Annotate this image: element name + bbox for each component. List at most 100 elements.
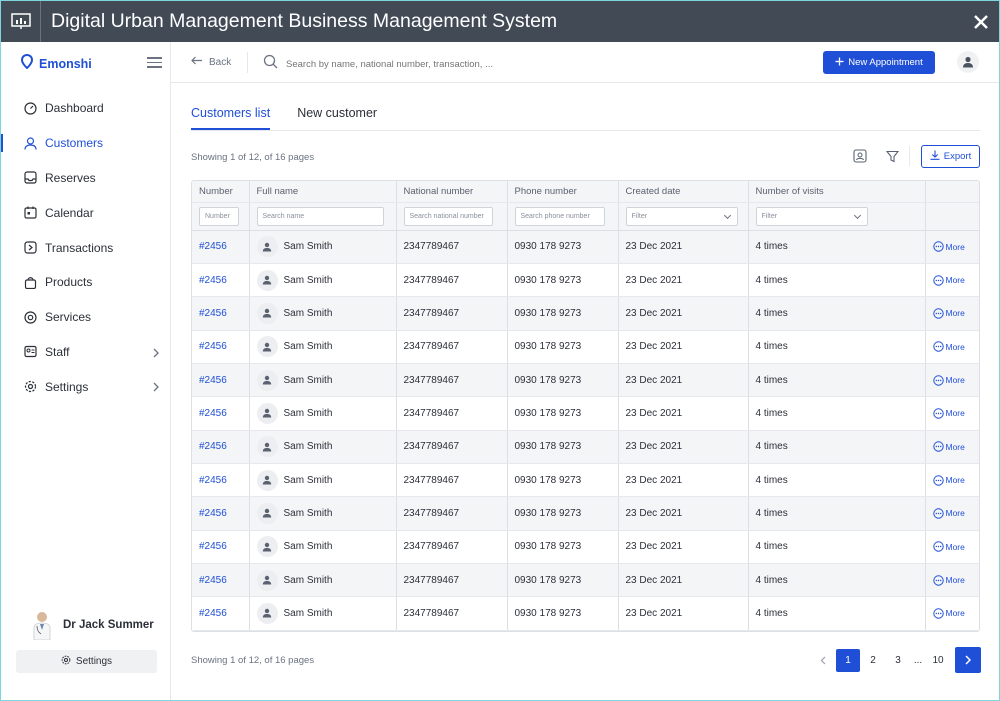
person-icon — [256, 369, 278, 391]
table-row[interactable]: #2456 Sam Smith 2347789467 0930 178 9273 23 … — [192, 363, 980, 398]
id-card-icon — [23, 345, 37, 359]
actions-cell: More — [925, 396, 980, 431]
pagination-page-10[interactable]: 10 — [926, 649, 950, 672]
new-appointment-button[interactable]: New Appointment — [823, 51, 935, 74]
more-button[interactable]: More — [932, 308, 980, 319]
visits-cell: 4 times — [748, 530, 926, 564]
customer-number-link[interactable]: #2456 — [199, 608, 227, 619]
name-filter-input[interactable]: Search name — [256, 206, 384, 226]
number-filter-input[interactable]: Number — [199, 206, 239, 226]
more-button[interactable]: More — [932, 574, 980, 586]
menu-icon[interactable] — [147, 57, 162, 68]
table-row[interactable]: #2456 Sam Smith 2347789467 0930 178 9273 23 … — [192, 296, 980, 331]
table-row[interactable]: #2456 Sam Smith 2347789467 0930 178 9273 23 … — [192, 496, 980, 531]
table-row[interactable]: #2456 Sam Smith 2347789467 0930 178 9273 23 … — [192, 563, 980, 598]
table-row[interactable]: #2456 Sam Smith 2347789467 0930 178 9273 23 … — [192, 530, 980, 564]
sidebar-item-calendar[interactable]: Calendar — [1, 195, 171, 230]
customer-number-link[interactable]: #2456 — [199, 341, 227, 352]
export-label: Export — [943, 151, 972, 162]
user-profile[interactable]: Dr Jack Summer — [31, 610, 154, 641]
customer-number-link[interactable]: #2456 — [199, 275, 227, 286]
showing-text: Showing 1 of 12, of 16 pages — [191, 152, 315, 163]
column-header-full-name[interactable]: Full name — [249, 181, 397, 203]
more-button[interactable]: More — [932, 241, 980, 252]
export-button[interactable]: Export — [921, 145, 980, 168]
more-icon — [932, 408, 944, 419]
sidebar-item-reserves[interactable]: Reserves — [1, 161, 171, 196]
more-button[interactable]: More — [932, 441, 980, 452]
search-input[interactable] — [286, 58, 666, 70]
more-button[interactable]: More — [932, 474, 980, 486]
sidebar-item-settings[interactable]: Settings — [1, 369, 171, 404]
add-person-icon[interactable] — [851, 147, 869, 165]
customer-number-link[interactable]: #2456 — [199, 541, 227, 552]
pagination-next-button[interactable] — [955, 647, 981, 673]
phone-filter-input[interactable]: Search phone number — [514, 206, 605, 226]
column-header-created-date[interactable]: Created date — [618, 181, 749, 203]
column-header-number[interactable]: Number — [192, 181, 250, 203]
sidebar-item-dashboard[interactable]: Dashboard — [1, 91, 171, 126]
table-row[interactable]: #2456 Sam Smith 2347789467 0930 178 9273 23 … — [192, 263, 980, 298]
number-cell: #2456 — [192, 363, 250, 398]
settings-button[interactable]: Settings — [16, 650, 157, 673]
more-button[interactable]: More — [932, 541, 980, 552]
created-date-filter-select[interactable]: Filter — [625, 206, 738, 226]
phone-number-cell: 0930 178 9273 — [507, 530, 619, 564]
pagination-page-1[interactable]: 1 — [836, 648, 860, 672]
search-bar[interactable] — [263, 54, 683, 74]
customer-number-link[interactable]: #2456 — [199, 475, 227, 486]
phone-number-cell: 0930 178 9273 — [507, 330, 619, 364]
close-icon[interactable] — [961, 1, 999, 42]
user-avatar-icon[interactable] — [957, 51, 979, 73]
customer-number-link[interactable]: #2456 — [199, 575, 227, 586]
table-row[interactable]: #2456 Sam Smith 2347789467 0930 178 9273 23 … — [192, 596, 980, 631]
customer-number-link[interactable]: #2456 — [199, 308, 227, 319]
created-date-cell: 23 Dec 2021 — [618, 563, 749, 598]
filter-icon[interactable] — [883, 147, 901, 165]
sidebar-item-customers[interactable]: Customers — [1, 126, 171, 161]
visits-cell: 4 times — [748, 230, 926, 264]
customer-number-link[interactable]: #2456 — [199, 241, 227, 252]
more-button[interactable]: More — [932, 274, 980, 286]
customer-number-link[interactable]: #2456 — [199, 508, 227, 519]
pagination-page-2[interactable]: 2 — [861, 649, 885, 672]
more-button[interactable]: More — [932, 374, 980, 386]
national-number-cell: 2347789467 — [396, 463, 508, 498]
pagination-prev-button[interactable] — [811, 649, 835, 672]
sidebar-item-staff[interactable]: Staff — [1, 335, 171, 370]
table-row[interactable]: #2456 Sam Smith 2347789467 0930 178 9273 23 … — [192, 463, 980, 498]
tab-customers-list[interactable]: Customers list — [191, 106, 271, 130]
created-date-cell: 23 Dec 2021 — [618, 230, 749, 264]
more-icon — [932, 241, 944, 252]
brand-logo[interactable]: Emonshi — [20, 53, 92, 74]
created-date-cell: 23 Dec 2021 — [618, 363, 749, 398]
more-button[interactable]: More — [932, 508, 980, 519]
presentation-icon — [1, 1, 41, 42]
column-header-phone-number[interactable]: Phone number — [507, 181, 619, 203]
more-label: More — [945, 375, 965, 386]
more-button[interactable]: More — [932, 608, 980, 619]
table-row[interactable]: #2456 Sam Smith 2347789467 0930 178 9273 23 … — [192, 230, 980, 264]
column-header-national-number[interactable]: National number — [396, 181, 508, 203]
back-button[interactable]: Back — [191, 56, 231, 68]
table-row[interactable]: #2456 Sam Smith 2347789467 0930 178 9273 23 … — [192, 330, 980, 364]
national-number-filter-input[interactable]: Search national number — [403, 206, 493, 226]
chevron-right-icon — [965, 655, 971, 665]
more-button[interactable]: More — [932, 341, 980, 352]
table-row[interactable]: #2456 Sam Smith 2347789467 0930 178 9273 23 … — [192, 396, 980, 431]
table-row[interactable]: #2456 Sam Smith 2347789467 0930 178 9273 23 … — [192, 430, 980, 464]
customer-number-link[interactable]: #2456 — [199, 408, 227, 419]
pagination-page-3[interactable]: 3 — [886, 649, 910, 672]
sidebar-item-services[interactable]: Services — [1, 300, 171, 335]
column-header-number-of-visits[interactable]: Number of visits — [748, 181, 926, 203]
tab-new-customer[interactable]: New customer — [297, 106, 377, 130]
number-cell: #2456 — [192, 263, 250, 298]
customer-number-link[interactable]: #2456 — [199, 441, 227, 452]
customer-number-link[interactable]: #2456 — [199, 375, 227, 386]
created-date-cell: 23 Dec 2021 — [618, 263, 749, 298]
sidebar-item-label: Dashboard — [45, 101, 104, 116]
visits-filter-select[interactable]: Filter — [755, 206, 868, 226]
sidebar-item-transactions[interactable]: Transactions — [1, 230, 171, 265]
more-button[interactable]: More — [932, 408, 980, 419]
sidebar-item-products[interactable]: Products — [1, 265, 171, 300]
